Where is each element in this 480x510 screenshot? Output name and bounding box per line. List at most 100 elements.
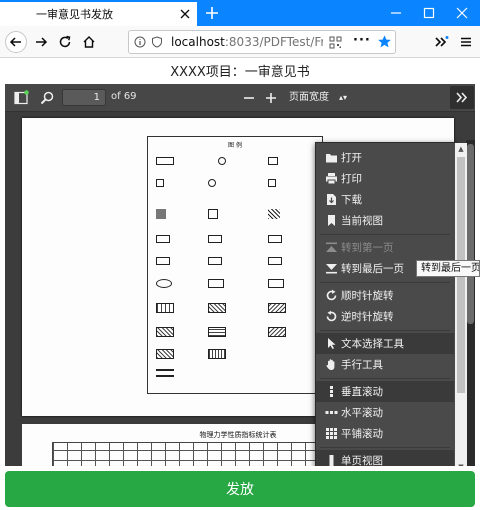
legend-symbol [208, 235, 222, 243]
menu-separator [320, 282, 450, 283]
menu-rotate-ccw-label: 逆时针旋转 [341, 311, 394, 323]
forward-button[interactable] [31, 32, 51, 52]
menu-hand-tool[interactable]: 手行工具 [316, 354, 454, 375]
document-scrollbar[interactable] [466, 140, 475, 466]
select-arrows-icon: ▴▾ [338, 93, 347, 102]
menu-single-page-label: 单页视图 [341, 455, 383, 466]
legend-symbol [156, 179, 164, 187]
qr-code-icon[interactable] [329, 36, 342, 49]
cursor-icon [328, 338, 336, 349]
legend-symbol [268, 157, 278, 165]
new-tab-icon[interactable] [202, 3, 222, 23]
menu-single-page[interactable]: 单页视图 [316, 450, 454, 466]
menu-rotate-cw[interactable]: 顺时针旋转 [316, 285, 454, 306]
menu-vertical-scroll[interactable]: 垂直滚动 [316, 381, 454, 402]
legend-symbol [208, 257, 222, 265]
address-bar[interactable]: localhost:8033/PDFTest/Fr ··· [128, 30, 396, 54]
menu-download-label: 下载 [341, 194, 362, 206]
menu-rotate-cw-label: 顺时针旋转 [341, 290, 394, 302]
menu-first-page[interactable]: 转到第一页 [316, 237, 454, 258]
horizontal-scroll-icon [325, 411, 338, 414]
legend-symbol [208, 209, 218, 219]
rotate-ccw-icon [326, 310, 337, 322]
legend-symbol [268, 235, 282, 243]
legend-symbol [156, 235, 170, 243]
legend-symbol [268, 179, 276, 187]
close-tab-icon[interactable] [178, 7, 192, 21]
minimize-icon[interactable] [386, 3, 406, 23]
menu-rotate-ccw[interactable]: 逆时针旋转 [316, 306, 454, 327]
page-number-input[interactable]: 1 [62, 89, 106, 106]
sidebar-toggle-icon[interactable] [13, 90, 29, 106]
issue-button[interactable]: 发放 [5, 471, 475, 507]
tab-title: 一审意见书发放 [36, 8, 113, 21]
menu-print-label: 打印 [341, 173, 362, 185]
zoom-select[interactable]: 页面宽度 ▴▾ [284, 89, 350, 107]
menu-hand-tool-label: 手行工具 [341, 359, 383, 371]
menu-horizontal-scroll[interactable]: 水平滚动 [316, 402, 454, 423]
menu-separator [320, 378, 450, 379]
legend-symbol [268, 257, 282, 265]
home-button[interactable] [79, 32, 99, 52]
reload-button[interactable] [55, 32, 75, 52]
menu-separator [320, 234, 450, 235]
app-menu-button[interactable] [456, 32, 476, 52]
url-path: :8033/PDFTest/Fr [224, 35, 323, 49]
menu-separator [320, 330, 450, 331]
bookmark-icon [328, 215, 335, 226]
pdf-viewer: 1 of 69 页面宽度 ▴▾ 图 例 物理力学性质指标统计表 打开 打印 下载… [5, 84, 475, 466]
hand-icon [326, 359, 335, 370]
menu-vertical-scroll-label: 垂直滚动 [341, 386, 383, 398]
chevron-down-icon[interactable]: ▼ [455, 461, 467, 466]
menu-current-view[interactable]: 当前视图 [316, 210, 454, 231]
document-area[interactable]: 图 例 物理力学性质指标统计表 打开 打印 下载 当前视图 转到第一页 转到最后… [5, 112, 475, 466]
legend-symbol [218, 157, 226, 165]
menu-open-label: 打开 [341, 152, 362, 164]
legend-symbol [156, 209, 166, 219]
wrapped-scroll-icon [326, 428, 337, 439]
menu-horizontal-scroll-label: 水平滚动 [341, 407, 383, 419]
search-icon[interactable] [39, 90, 55, 106]
legend-symbol [208, 279, 224, 288]
browser-tab[interactable]: 一审意见书发放 [0, 0, 197, 26]
extensions-button[interactable] [431, 32, 451, 52]
menu-text-select-tool[interactable]: 文本选择工具 [316, 333, 454, 354]
back-button[interactable] [5, 31, 27, 53]
home-icon [83, 36, 95, 48]
legend-symbol [268, 209, 280, 219]
zoom-in-icon[interactable] [263, 90, 279, 106]
menu-download[interactable]: 下载 [316, 189, 454, 210]
app-window: 一审意见书发放 localhost:8033/PDFTest/Fr ··· XX… [0, 0, 480, 510]
menu-text-select-tool-label: 文本选择工具 [341, 338, 404, 350]
menu-separator [320, 447, 450, 448]
arrow-right-icon [36, 37, 48, 47]
legend-symbol [156, 303, 174, 313]
chevron-up-icon[interactable]: ▲ [455, 143, 467, 155]
menu-scrollbar[interactable]: ▲ ▼ [455, 143, 467, 466]
maximize-icon[interactable] [419, 3, 439, 23]
legend-symbol [156, 157, 174, 165]
menu-print[interactable]: 打印 [316, 168, 454, 189]
bookmark-star-icon[interactable] [377, 34, 392, 49]
document-scroll-thumb[interactable] [467, 144, 474, 324]
info-icon[interactable] [134, 36, 146, 48]
menu-first-page-label: 转到第一页 [341, 242, 394, 254]
menu-wrapped-scroll-label: 平铺滚动 [341, 428, 383, 440]
tracking-shield-icon[interactable] [151, 36, 163, 48]
navigation-toolbar: localhost:8033/PDFTest/Fr ··· [0, 26, 480, 58]
legend-symbol [208, 303, 226, 313]
zoom-out-icon[interactable] [241, 90, 257, 106]
menu-wrapped-scroll[interactable]: 平铺滚动 [316, 423, 454, 444]
page-actions-icon[interactable]: ··· [353, 33, 371, 48]
url-host: localhost [171, 35, 225, 49]
tooltip: 转到最后一页 [416, 260, 480, 277]
extensions-icon [434, 35, 448, 47]
vertical-scroll-icon [330, 386, 333, 397]
menu-open[interactable]: 打开 [316, 147, 454, 168]
legend-symbol [208, 349, 226, 359]
url-text[interactable]: localhost:8033/PDFTest/Fr [171, 35, 323, 49]
single-page-icon [329, 455, 334, 466]
window-close-icon[interactable] [452, 3, 472, 23]
tools-toggle-button[interactable] [450, 86, 474, 109]
legend-symbol [156, 257, 170, 265]
